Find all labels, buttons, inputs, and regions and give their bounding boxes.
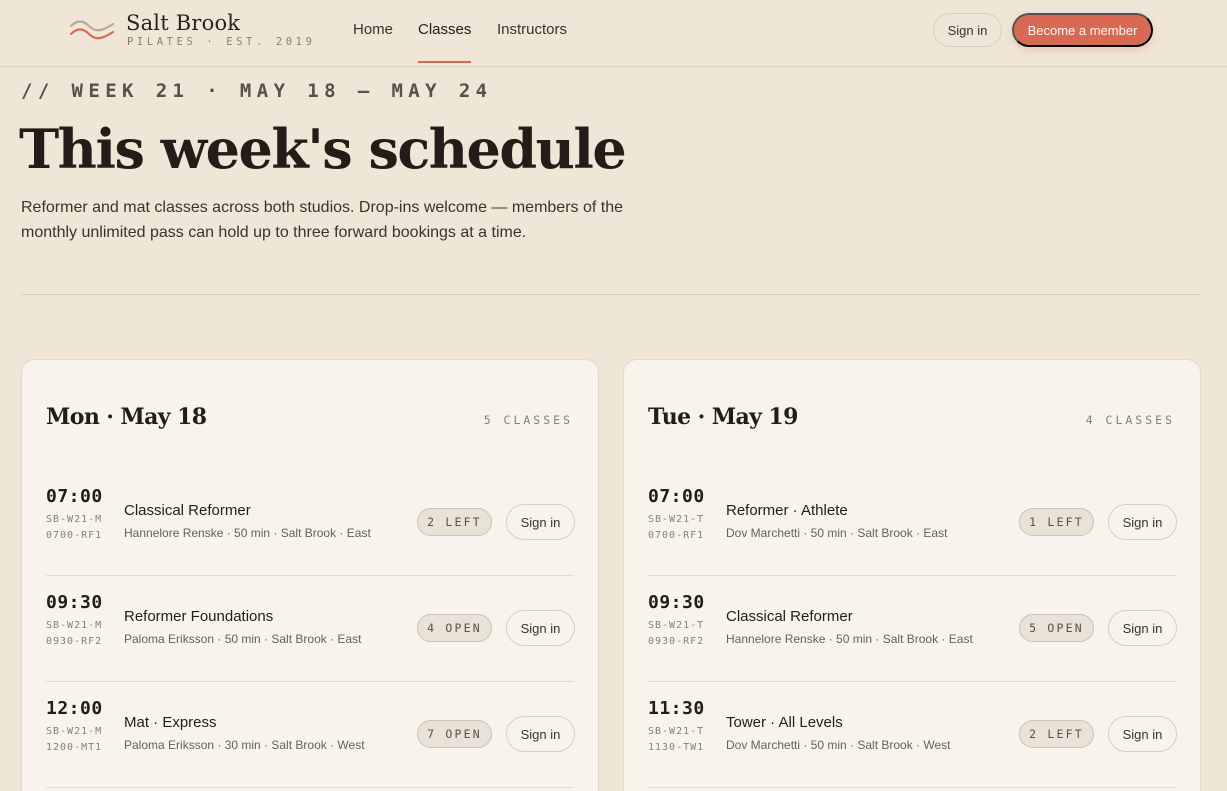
class-code: SB-W21-M0700-RF1 — [46, 514, 103, 541]
class-time: 07:00 — [46, 486, 103, 507]
page-title: This week's schedule — [19, 117, 627, 181]
class-code: SB-W21-T0930-RF2 — [648, 620, 705, 647]
class-signin-button[interactable]: Sign in — [506, 716, 575, 752]
class-meta: Hannelore Renske · 50 min · Salt Brook ·… — [124, 526, 371, 540]
class-name[interactable]: Reformer Foundations — [124, 608, 273, 625]
class-row: 09:30 SB-W21-M0930-RF2 Reformer Foundati… — [46, 576, 575, 682]
class-code: SB-W21-M0930-RF2 — [46, 620, 103, 647]
section-divider — [21, 294, 1201, 295]
availability-badge: 2 LEFT — [1019, 720, 1094, 748]
class-count: 5 CLASSES — [483, 413, 573, 427]
class-name[interactable]: Classical Reformer — [726, 608, 853, 625]
availability-badge: 5 OPEN — [1019, 614, 1094, 642]
nav-home[interactable]: Home — [353, 21, 393, 38]
class-row: 07:00 SB-W21-M0700-RF1 Classical Reforme… — [46, 470, 575, 576]
day-title: Tue · May 19 — [648, 404, 798, 430]
nav-classes[interactable]: Classes — [418, 21, 471, 38]
class-row: 11:30 SB-W21-T1130-TW1 Tower · All Level… — [648, 682, 1177, 788]
class-code: SB-W21-T0700-RF1 — [648, 514, 705, 541]
day-card-mon: Mon · May 18 5 CLASSES 07:00 SB-W21-M070… — [21, 359, 599, 791]
class-meta: Dov Marchetti · 50 min · Salt Brook · We… — [726, 738, 951, 752]
class-name[interactable]: Classical Reformer — [124, 502, 251, 519]
class-time: 07:00 — [648, 486, 705, 507]
class-row: 07:00 SB-W21-T0700-RF1 Reformer · Athlet… — [648, 470, 1177, 576]
become-member-button[interactable]: Become a member — [1012, 13, 1153, 47]
class-name[interactable]: Reformer · Athlete — [726, 502, 848, 519]
class-row: 12:00 SB-W21-M1200-MT1 Mat · Express Pal… — [46, 682, 575, 788]
availability-badge: 4 OPEN — [417, 614, 492, 642]
class-signin-button[interactable]: Sign in — [1108, 504, 1177, 540]
class-time: 11:30 — [648, 698, 705, 719]
availability-badge: 2 LEFT — [417, 508, 492, 536]
class-time: 12:00 — [46, 698, 103, 719]
brand-name[interactable]: Salt Brook — [126, 11, 240, 35]
day-card-tue: Tue · May 19 4 CLASSES 07:00 SB-W21-T070… — [623, 359, 1201, 791]
intro-text: Reformer and mat classes across both stu… — [21, 199, 624, 241]
week-eyebrow: // WEEK 21 · MAY 18 – MAY 24 — [21, 80, 493, 102]
class-meta: Dov Marchetti · 50 min · Salt Brook · Ea… — [726, 526, 948, 540]
class-signin-button[interactable]: Sign in — [506, 610, 575, 646]
class-signin-button[interactable]: Sign in — [506, 504, 575, 540]
class-name[interactable]: Mat · Express — [124, 714, 217, 731]
class-name[interactable]: Tower · All Levels — [726, 714, 843, 731]
class-count: 4 CLASSES — [1085, 413, 1175, 427]
nav-instructors[interactable]: Instructors — [497, 21, 567, 38]
nav-active-indicator — [418, 61, 471, 63]
class-row: 09:30 SB-W21-T0930-RF2 Classical Reforme… — [648, 576, 1177, 682]
site-header: Salt Brook PILATES · EST. 2019 Home Clas… — [0, 0, 1227, 67]
class-meta: Hannelore Renske · 50 min · Salt Brook ·… — [726, 632, 973, 646]
class-code: SB-W21-M1200-MT1 — [46, 726, 103, 753]
class-signin-button[interactable]: Sign in — [1108, 716, 1177, 752]
wave-logo-icon[interactable] — [69, 18, 115, 42]
availability-badge: 1 LEFT — [1019, 508, 1094, 536]
class-meta: Paloma Eriksson · 50 min · Salt Brook · … — [124, 632, 362, 646]
class-signin-button[interactable]: Sign in — [1108, 610, 1177, 646]
class-time: 09:30 — [46, 592, 103, 613]
class-time: 09:30 — [648, 592, 705, 613]
brand-tagline: PILATES · EST. 2019 — [127, 36, 316, 48]
class-meta: Paloma Eriksson · 30 min · Salt Brook · … — [124, 738, 365, 752]
header-signin-button[interactable]: Sign in — [933, 13, 1002, 47]
class-code: SB-W21-T1130-TW1 — [648, 726, 705, 753]
availability-badge: 7 OPEN — [417, 720, 492, 748]
day-title: Mon · May 18 — [46, 404, 207, 430]
